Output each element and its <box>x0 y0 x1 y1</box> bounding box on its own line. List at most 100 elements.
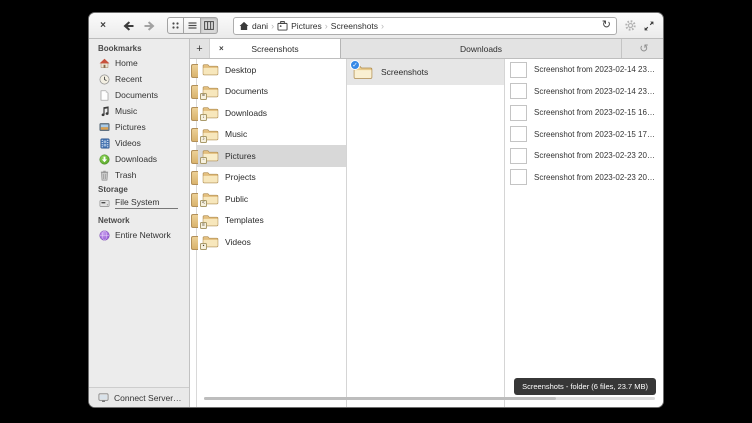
folder-icon: ▪ <box>202 235 219 248</box>
scrollbar-thumb[interactable] <box>204 397 556 400</box>
view-switcher <box>167 17 218 34</box>
folder-row-videos[interactable]: ▪ Videos <box>197 231 346 253</box>
folder-label: Videos <box>225 237 251 247</box>
file-row[interactable]: Screenshot from 2023-02-15 16… <box>505 102 663 124</box>
sidebar-item-label: Pictures <box>115 122 146 132</box>
video-emblem: ▪ <box>200 243 207 250</box>
list-view-button[interactable] <box>184 17 201 34</box>
back-arrow-icon <box>122 20 135 32</box>
tab-screenshots[interactable]: × Screenshots <box>210 39 341 58</box>
sidebar-item-pictures[interactable]: Pictures <box>89 119 189 135</box>
folder-row-pictures[interactable]: ▫ Pictures <box>197 145 346 167</box>
file-row[interactable]: Screenshot from 2023-02-14 23… <box>505 81 663 103</box>
image-thumbnail <box>510 105 527 121</box>
sidebar-item-label: Downloads <box>115 154 157 164</box>
tab-downloads[interactable]: Downloads <box>341 39 622 58</box>
file-row[interactable]: Screenshot from 2023-02-23 20… <box>505 145 663 167</box>
breadcrumb-home[interactable]: dani <box>239 21 268 31</box>
breadcrumb-pictures[interactable]: Pictures <box>277 21 322 31</box>
recent-icon <box>99 74 110 85</box>
header-bar: × <box>89 13 663 39</box>
sidebar-item-label: Entire Network <box>115 230 171 240</box>
selected-check-badge: ✓ <box>350 60 360 70</box>
sidebar-item-label: File System <box>115 197 159 207</box>
network-icon <box>99 230 110 241</box>
file-row[interactable]: Screenshot from 2023-02-23 20… <box>505 167 663 189</box>
maximize-button[interactable] <box>643 20 655 32</box>
folder-icon: ▫ <box>202 149 219 162</box>
template-emblem: ≡ <box>200 222 207 229</box>
folder-icon-fragment <box>190 210 196 232</box>
folder-label: Downloads <box>225 108 267 118</box>
folder-row-templates[interactable]: ≡ Templates <box>197 210 346 232</box>
grid-view-button[interactable] <box>167 17 184 34</box>
sidebar-item-file-system[interactable]: File System <box>89 195 189 211</box>
tab-close-icon[interactable]: × <box>219 44 224 53</box>
sidebar-item-documents[interactable]: Documents <box>89 87 189 103</box>
column-view-button[interactable] <box>201 17 218 34</box>
sidebar-item-trash[interactable]: Trash <box>89 167 189 183</box>
file-system-underline: File System <box>115 197 178 209</box>
home-icon <box>239 21 249 31</box>
forward-button[interactable] <box>143 20 156 32</box>
connect-server-button[interactable]: Connect Server… <box>89 387 189 407</box>
folder-row-documents[interactable]: = Documents <box>197 81 346 103</box>
tab-bar: + × Screenshots Downloads ↺ <box>190 39 663 59</box>
breadcrumb[interactable]: dani › Pictures › Screenshots › ↻ <box>233 17 617 35</box>
window-close-button[interactable]: × <box>97 20 109 31</box>
column-screenshots: Screenshot from 2023-02-14 23… Screensho… <box>505 59 663 407</box>
main-area: + × Screenshots Downloads ↺ <box>190 39 663 407</box>
photo-emblem: ▫ <box>200 157 207 164</box>
file-label: Screenshot from 2023-02-15 17… <box>534 130 655 139</box>
refresh-button[interactable]: ↻ <box>602 20 611 31</box>
filesystem-icon <box>99 198 110 209</box>
sidebar-item-music[interactable]: Music <box>89 103 189 119</box>
home-icon <box>99 58 110 69</box>
folder-row-downloads[interactable]: ↓ Downloads <box>197 102 346 124</box>
downloads-icon <box>99 154 110 165</box>
file-row[interactable]: Screenshot from 2023-02-15 17… <box>505 124 663 146</box>
trash-icon <box>99 170 110 181</box>
breadcrumb-label: dani <box>252 21 268 31</box>
column-home: Desktop = Documents ↓ Downloads ♪ Musi <box>197 59 347 407</box>
back-button[interactable] <box>122 20 135 32</box>
folder-label: Screenshots <box>381 67 428 77</box>
folder-icon-fragment <box>190 59 196 81</box>
folder-row-music[interactable]: ♪ Music <box>197 124 346 146</box>
sidebar-item-label: Home <box>115 58 138 68</box>
folder-icon-fragment <box>190 102 196 124</box>
folder-icon: ✓ <box>353 64 373 80</box>
file-label: Screenshot from 2023-02-14 23… <box>534 65 655 74</box>
sidebar-item-recent[interactable]: Recent <box>89 71 189 87</box>
gear-icon <box>624 19 637 32</box>
sidebar-item-home[interactable]: Home <box>89 55 189 71</box>
sidebar-item-entire-network[interactable]: Entire Network <box>89 227 189 243</box>
sidebar: Bookmarks Home Recent <box>89 39 190 407</box>
settings-menu-button[interactable] <box>624 19 637 32</box>
folder-icon-fragment <box>190 188 196 210</box>
nav-buttons <box>122 20 156 32</box>
file-row[interactable]: Screenshot from 2023-02-14 23… <box>505 59 663 81</box>
sidebar-item-videos[interactable]: Videos <box>89 135 189 151</box>
folder-row-desktop[interactable]: Desktop <box>197 59 346 81</box>
history-icon: ↺ <box>639 42 648 55</box>
folder-row-screenshots[interactable]: ✓ Screenshots <box>347 59 504 85</box>
folder-label: Projects <box>225 172 256 182</box>
files-window: × <box>88 12 664 408</box>
image-thumbnail <box>510 83 527 99</box>
window-body: Bookmarks Home Recent <box>89 39 663 407</box>
folder-icon: ≡ <box>202 214 219 227</box>
chevron-icon: › <box>325 21 328 31</box>
folder-icon: = <box>202 85 219 98</box>
breadcrumb-screenshots[interactable]: Screenshots <box>331 21 378 31</box>
sidebar-item-downloads[interactable]: Downloads <box>89 151 189 167</box>
miller-columns: Desktop = Documents ↓ Downloads ♪ Musi <box>190 59 663 407</box>
folder-icon <box>202 171 219 184</box>
folder-label: Music <box>225 129 247 139</box>
restore-tab-button[interactable]: ↺ <box>625 39 663 58</box>
horizontal-scrollbar[interactable] <box>204 397 655 400</box>
folder-row-projects[interactable]: Projects <box>197 167 346 189</box>
folder-row-public[interactable]: < Public <box>197 188 346 210</box>
new-tab-button[interactable]: + <box>190 39 210 58</box>
grid-view-icon <box>171 21 180 30</box>
